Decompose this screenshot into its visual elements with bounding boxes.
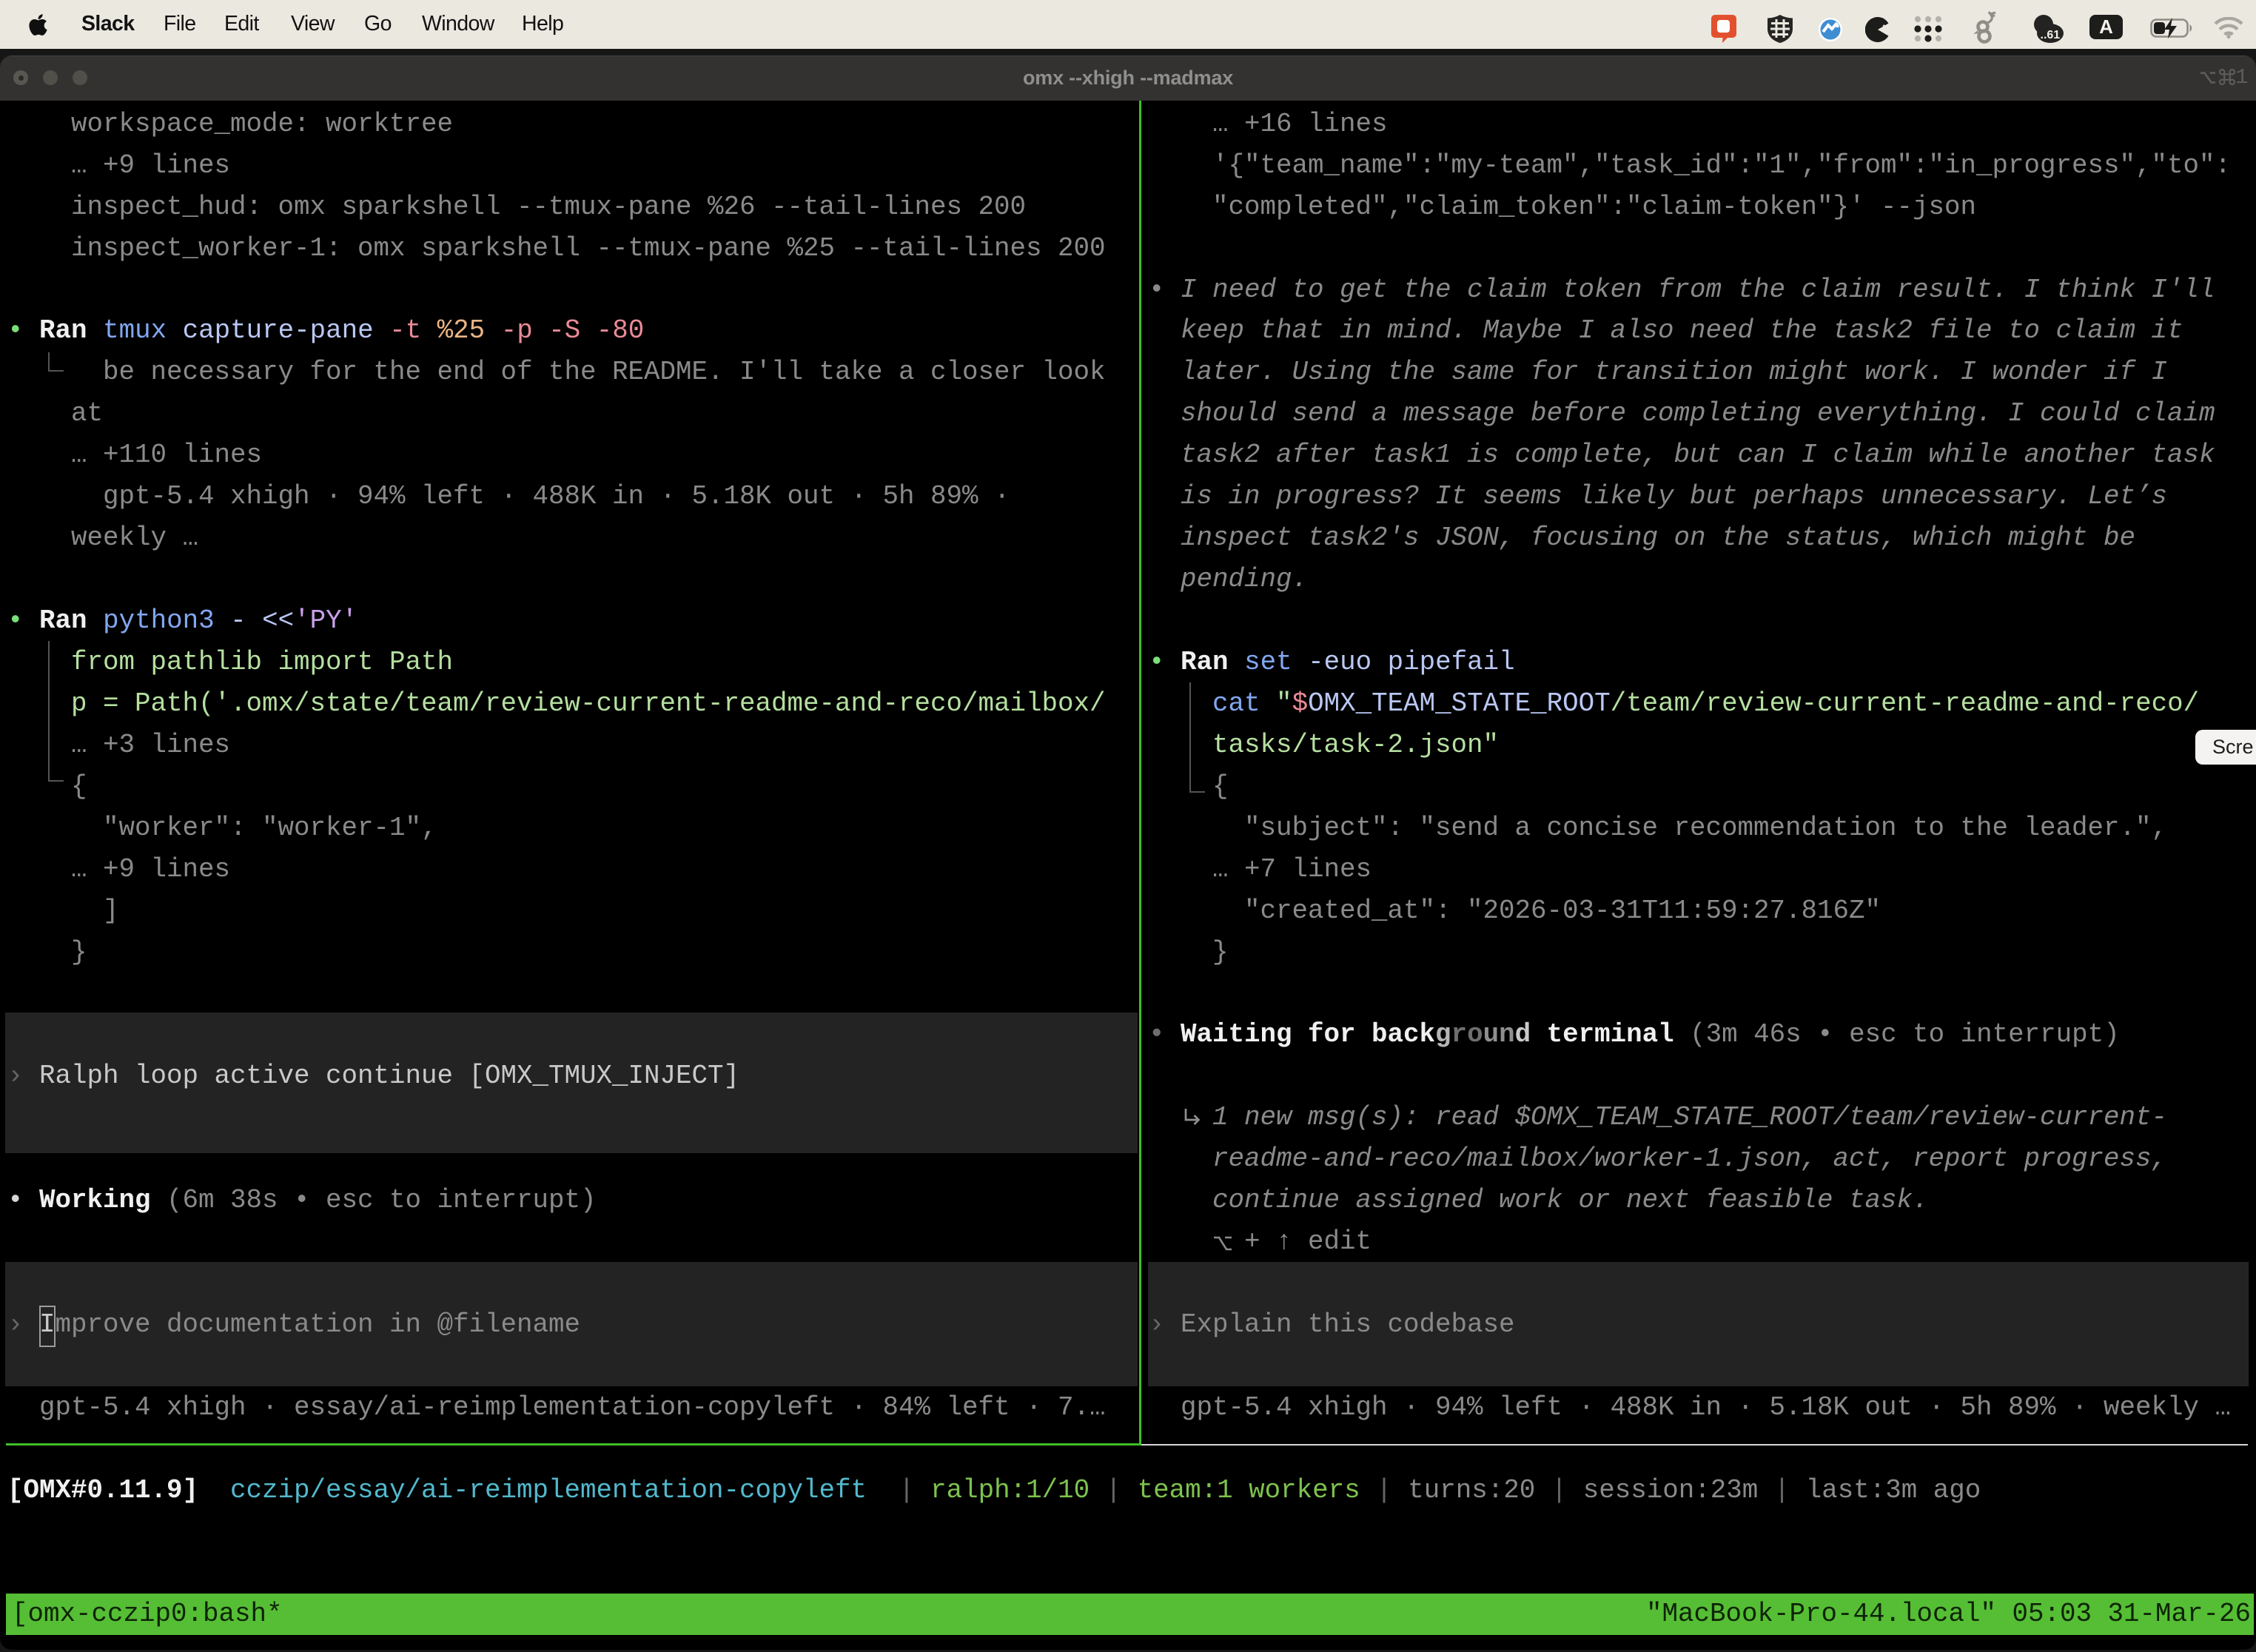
svg-text:..61: ..61 [2041, 29, 2061, 41]
